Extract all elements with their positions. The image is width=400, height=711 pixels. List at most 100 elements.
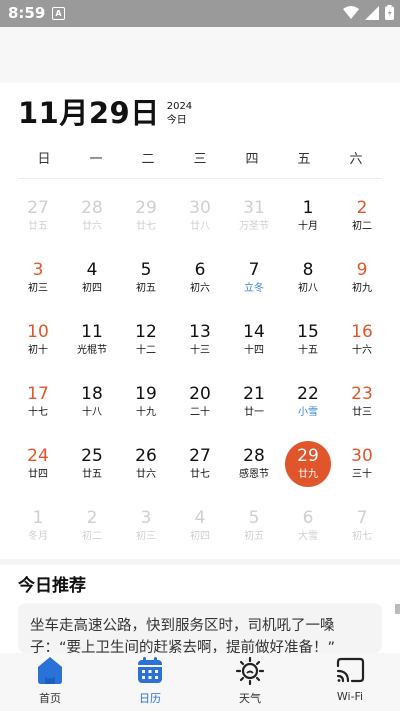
calendar-day[interactable]: 16 十六 xyxy=(335,317,389,379)
lunar-date: 初五 xyxy=(136,283,156,294)
lunar-date: 大雪 xyxy=(298,531,318,542)
lunar-date: 廿一 xyxy=(244,407,264,418)
lunar-date: 十二 xyxy=(136,345,156,356)
calendar-day[interactable]: 2 初二 xyxy=(65,503,119,565)
calendar-day[interactable]: 6 大雪 xyxy=(281,503,335,565)
calendar-day[interactable]: 18 十八 xyxy=(65,379,119,441)
current-date: 11月29日 xyxy=(18,96,160,130)
calendar-day[interactable]: 19 十九 xyxy=(119,379,173,441)
calendar-day[interactable]: 28 感恩节 xyxy=(227,441,281,503)
day-number: 3 xyxy=(32,260,44,280)
day-number: 17 xyxy=(27,384,49,404)
calendar-day[interactable]: 22 小雪 xyxy=(281,379,335,441)
nav-weather[interactable]: 天气 xyxy=(200,653,300,711)
weekday-label: 五 xyxy=(297,152,311,167)
calendar-day[interactable]: 2 初二 xyxy=(335,193,389,255)
nav-home[interactable]: 首页 xyxy=(0,653,100,711)
calendar-day[interactable]: 3 初三 xyxy=(119,503,173,565)
calendar-day[interactable]: 4 初四 xyxy=(65,255,119,317)
lunar-date: 十六 xyxy=(352,345,372,356)
lunar-date: 十月 xyxy=(298,221,318,232)
lunar-date: 冬月 xyxy=(28,531,48,542)
calendar-week-row: 10 初十 11 光棍节 12 十二 13 十三 14 十四 15 十五 16 十六 xyxy=(11,317,389,379)
day-number: 1 xyxy=(32,508,44,528)
weekday-label: 一 xyxy=(89,152,103,167)
calendar-day[interactable]: 13 十三 xyxy=(173,317,227,379)
calendar-day[interactable]: 5 初五 xyxy=(119,255,173,317)
calendar-day[interactable]: 14 十四 xyxy=(227,317,281,379)
nav-calendar[interactable]: 日历 xyxy=(100,653,200,711)
top-blank-area xyxy=(0,27,400,83)
calendar-day[interactable]: 20 二十 xyxy=(173,379,227,441)
day-number: 26 xyxy=(135,446,157,466)
lunar-date: 廿八 xyxy=(190,221,210,232)
calendar-day[interactable]: 8 初八 xyxy=(281,255,335,317)
day-number: 5 xyxy=(140,260,152,280)
lunar-date: 初四 xyxy=(82,283,102,294)
calendar-day[interactable]: 3 初三 xyxy=(11,255,65,317)
scroll-indicator xyxy=(395,604,400,614)
calendar-day[interactable]: 27 廿五 xyxy=(11,193,65,255)
lunar-date: 廿六 xyxy=(82,221,102,232)
calendar-day[interactable]: 23 廿三 xyxy=(335,379,389,441)
status-bar: 8:59 A xyxy=(0,0,400,27)
day-number: 27 xyxy=(189,446,211,466)
calendar-day[interactable]: 28 廿六 xyxy=(65,193,119,255)
calendar-day[interactable]: 6 初六 xyxy=(173,255,227,317)
day-number: 11 xyxy=(81,322,103,342)
lunar-date: 初八 xyxy=(298,283,318,294)
calendar-day[interactable]: 25 廿五 xyxy=(65,441,119,503)
calendar-week-row: 27 廿五 28 廿六 29 廿七 30 廿八 31 万圣节 1 十月 2 初二 xyxy=(11,193,389,255)
recommend-card[interactable]: 坐车走高速公路，快到服务区时，司机吼了一嗓子：“要上卫生间的赶紧去啊，提前做好准… xyxy=(18,603,382,653)
calendar-day[interactable]: 24 廿四 xyxy=(11,441,65,503)
calendar-day[interactable]: 7 初七 xyxy=(335,503,389,565)
lunar-date: 廿三 xyxy=(352,407,372,418)
calendar-day[interactable]: 12 十二 xyxy=(119,317,173,379)
lunar-date: 十九 xyxy=(136,407,156,418)
calendar-day[interactable]: 10 初十 xyxy=(11,317,65,379)
lunar-date: 光棍节 xyxy=(77,345,107,356)
calendar-day[interactable]: 30 三十 xyxy=(335,441,389,503)
calendar-day[interactable]: 1 十月 xyxy=(281,193,335,255)
lunar-date: 初六 xyxy=(190,283,210,294)
date-header[interactable]: 11月29日 2024 今日 xyxy=(18,92,192,132)
calendar-day[interactable]: 9 初九 xyxy=(335,255,389,317)
calendar-day[interactable]: 27 廿七 xyxy=(173,441,227,503)
calendar-day-selected[interactable]: 29 廿九 xyxy=(281,441,335,503)
lunar-date: 廿七 xyxy=(190,469,210,480)
section-separator xyxy=(0,559,400,565)
day-number: 2 xyxy=(86,508,98,528)
lunar-date: 感恩节 xyxy=(239,469,269,480)
day-number: 12 xyxy=(135,322,157,342)
lunar-date: 廿五 xyxy=(28,221,48,232)
lunar-date: 三十 xyxy=(352,469,372,480)
current-year: 2024 xyxy=(166,101,193,112)
calendar-day[interactable]: 26 廿六 xyxy=(119,441,173,503)
lunar-date: 廿六 xyxy=(136,469,156,480)
calendar-day[interactable]: 7 立冬 xyxy=(227,255,281,317)
calendar-day[interactable]: 15 十五 xyxy=(281,317,335,379)
calendar-day[interactable]: 31 万圣节 xyxy=(227,193,281,255)
lunar-date: 立冬 xyxy=(244,283,264,294)
calendar-day[interactable]: 1 冬月 xyxy=(11,503,65,565)
lunar-date: 廿四 xyxy=(28,469,48,480)
weekday-header: 日一二三四五六 xyxy=(18,148,382,179)
lunar-date: 初二 xyxy=(352,221,372,232)
calendar-day[interactable]: 30 廿八 xyxy=(173,193,227,255)
calendar-day[interactable]: 29 廿七 xyxy=(119,193,173,255)
lunar-date: 十五 xyxy=(298,345,318,356)
calendar-day[interactable]: 11 光棍节 xyxy=(65,317,119,379)
day-number: 31 xyxy=(243,198,265,218)
calendar-week-row: 1 冬月 2 初二 3 初三 4 初四 5 初五 6 大雪 7 初七 xyxy=(11,503,389,565)
date-side-info: 2024 今日 xyxy=(167,100,192,132)
lunar-date: 十七 xyxy=(28,407,48,418)
battery-icon xyxy=(385,5,394,20)
day-number: 22 xyxy=(297,384,319,404)
nav-home-label: 首页 xyxy=(39,692,61,705)
nav-wifi[interactable]: Wi-Fi xyxy=(300,653,400,711)
calendar-day[interactable]: 5 初五 xyxy=(227,503,281,565)
calendar-day[interactable]: 4 初四 xyxy=(173,503,227,565)
calendar-day[interactable]: 21 廿一 xyxy=(227,379,281,441)
calendar-day[interactable]: 17 十七 xyxy=(11,379,65,441)
weekday-label: 六 xyxy=(349,152,363,167)
